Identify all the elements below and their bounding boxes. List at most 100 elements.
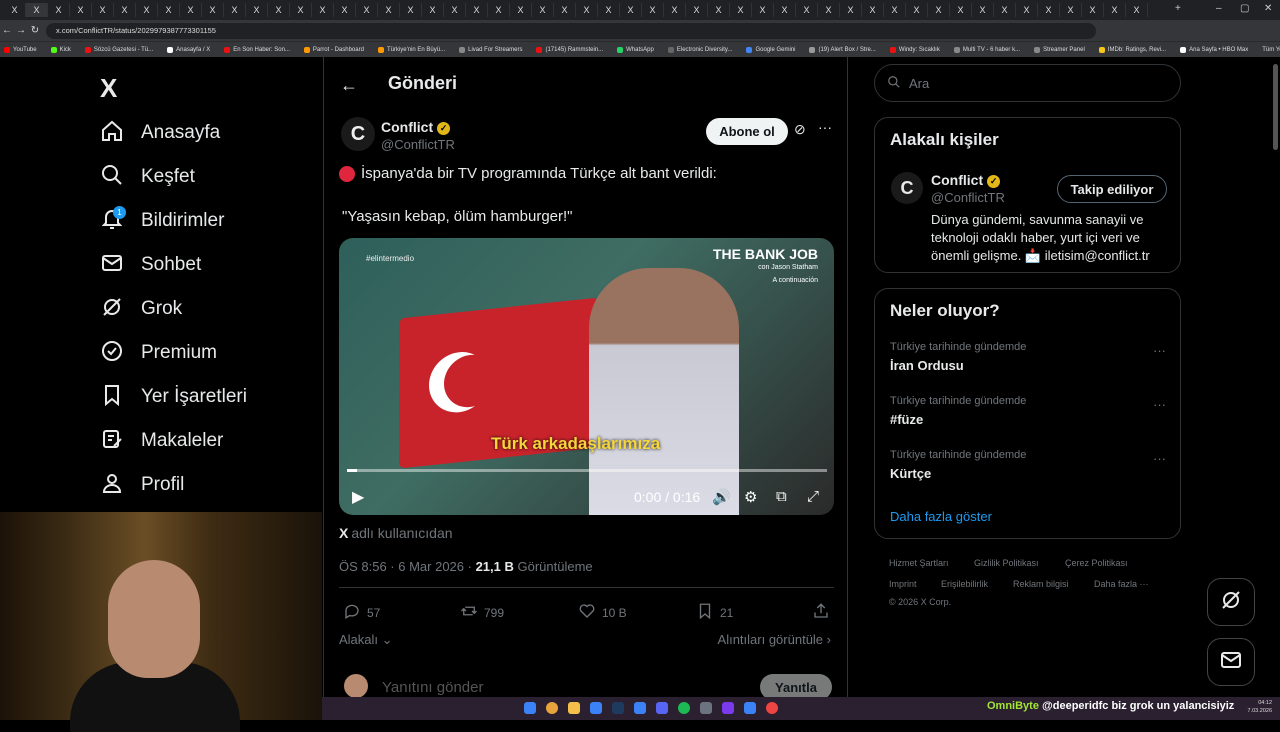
browser-tab[interactable]: X	[664, 3, 686, 17]
url-field[interactable]: x.com/ConflictTR/status/2029979387773301…	[46, 22, 1096, 39]
related-person-avatar[interactable]: C	[891, 172, 923, 204]
browser-tab[interactable]: X	[158, 3, 180, 17]
browser-tab[interactable]: X	[48, 3, 70, 17]
video-progress-bar[interactable]	[347, 469, 827, 472]
browser-tab[interactable]: X	[840, 3, 862, 17]
trend-name[interactable]: Kürtçe	[890, 466, 931, 481]
browser-tab-active[interactable]: X	[26, 3, 48, 17]
back-nav-icon[interactable]: ←	[0, 25, 14, 36]
browser-tab[interactable]: X	[774, 3, 796, 17]
minimize-icon[interactable]: –	[1216, 3, 1222, 14]
nav-item-notifications[interactable]: 1 Bildirimler	[100, 205, 224, 236]
bookmark-item[interactable]: IMDb: Ratings, Revi...	[1095, 46, 1166, 53]
browser-tab[interactable]: X	[554, 3, 576, 17]
app-icon[interactable]	[590, 702, 602, 714]
browser-tab[interactable]: X	[70, 3, 92, 17]
settings-gear-icon[interactable]: ⚙	[744, 488, 757, 506]
author-avatar[interactable]: C	[341, 117, 375, 151]
bookmark-item[interactable]: Türkiye'nin En Büyü...	[374, 46, 445, 53]
browser-tab[interactable]: X	[4, 3, 26, 17]
browser-tab[interactable]: X	[312, 3, 334, 17]
bookmark-item[interactable]: Streamer Panel	[1030, 46, 1085, 53]
browser-tab[interactable]: X	[114, 3, 136, 17]
like-button[interactable]: 10 B	[578, 602, 627, 623]
browser-tab[interactable]: X	[246, 3, 268, 17]
view-quotes-link[interactable]: Alıntıları görüntüle ›	[718, 632, 831, 647]
forward-nav-icon[interactable]: →	[14, 25, 28, 36]
footer-link[interactable]: Gizlilik Politikası	[974, 558, 1039, 568]
app-icon[interactable]	[766, 702, 778, 714]
video-player[interactable]: #elintermedio THE BANK JOB con Jason Stat…	[339, 238, 834, 515]
browser-tab[interactable]: X	[1082, 3, 1104, 17]
browser-tab[interactable]: X	[378, 3, 400, 17]
spotify-icon[interactable]	[678, 702, 690, 714]
app-icon[interactable]	[722, 702, 734, 714]
browser-tab[interactable]: X	[752, 3, 774, 17]
footer-link[interactable]: Daha fazla ···	[1094, 579, 1149, 589]
browser-tab[interactable]: X	[972, 3, 994, 17]
back-arrow-icon[interactable]: ←	[340, 75, 358, 96]
browser-tab[interactable]: X	[1038, 3, 1060, 17]
new-tab-icon[interactable]: +	[1175, 3, 1181, 14]
search-input[interactable]: Ara	[874, 64, 1181, 102]
browser-tab[interactable]: X	[796, 3, 818, 17]
nav-item-explore[interactable]: Keşfet	[100, 162, 195, 192]
browser-tab[interactable]: X	[950, 3, 972, 17]
footer-link[interactable]: Erişilebilirlik	[941, 579, 988, 589]
browser-tab[interactable]: X	[994, 3, 1016, 17]
bookmark-item[interactable]: Sözcü Gazetesi - Tü...	[81, 46, 153, 53]
browser-tab[interactable]: X	[136, 3, 158, 17]
reload-icon[interactable]: ↻	[28, 25, 42, 36]
browser-tab[interactable]: X	[642, 3, 664, 17]
footer-link[interactable]: Çerez Politikası	[1065, 558, 1128, 568]
related-person-handle[interactable]: @ConflictTR	[931, 190, 1005, 205]
source-attribution[interactable]: Xadlı kullanıcıdan	[339, 525, 453, 541]
nav-item-home[interactable]: Anasayfa	[100, 118, 220, 148]
all-bookmarks-link[interactable]: Tüm Yer İşaretleri	[1258, 47, 1280, 53]
reply-submit-button[interactable]: Yanıtla	[760, 674, 832, 697]
browser-tab[interactable]: X	[1126, 3, 1148, 17]
subscribe-button[interactable]: Abone ol	[706, 118, 788, 145]
play-icon[interactable]: ▶	[352, 487, 364, 507]
discord-icon[interactable]	[656, 702, 668, 714]
nav-item-grok[interactable]: Grok	[100, 294, 182, 324]
bookmark-item[interactable]: Windy: Sıcaklık	[886, 46, 940, 53]
browser-tab[interactable]: X	[224, 3, 246, 17]
browser-tab[interactable]: X	[334, 3, 356, 17]
browser-tab[interactable]: X	[180, 3, 202, 17]
chrome-icon[interactable]	[546, 702, 558, 714]
scrollbar[interactable]	[1273, 64, 1278, 150]
browser-tab[interactable]: X	[928, 3, 950, 17]
browser-tab[interactable]: X	[906, 3, 928, 17]
grok-fab-button[interactable]	[1207, 578, 1255, 626]
browser-tab[interactable]: X	[510, 3, 532, 17]
nav-item-premium[interactable]: Premium	[100, 338, 217, 368]
nav-item-chat[interactable]: Sohbet	[100, 250, 201, 280]
browser-tab[interactable]: X	[268, 3, 290, 17]
more-options-icon[interactable]: ···	[1153, 397, 1166, 412]
browser-tab[interactable]: X	[1104, 3, 1126, 17]
show-more-link[interactable]: Daha fazla göster	[890, 509, 992, 524]
reply-input[interactable]: Yanıtını gönder	[382, 679, 483, 696]
picture-in-picture-icon[interactable]: ⧉	[776, 488, 787, 505]
browser-tab[interactable]: X	[1060, 3, 1082, 17]
browser-tab[interactable]: X	[884, 3, 906, 17]
bookmark-item[interactable]: En Son Haber: Son...	[220, 46, 290, 53]
browser-tab[interactable]: X	[686, 3, 708, 17]
system-clock[interactable]: 04:12 7.03.2026	[1248, 699, 1272, 715]
trend-name[interactable]: #füze	[890, 412, 923, 427]
app-icon[interactable]	[744, 702, 756, 714]
footer-link[interactable]: Hizmet Şartları	[889, 558, 949, 568]
footer-link[interactable]: Reklam bilgisi	[1013, 579, 1069, 589]
grok-explain-icon[interactable]: ⊘	[794, 121, 806, 138]
browser-tab[interactable]: X	[730, 3, 752, 17]
reply-button[interactable]: 57	[343, 602, 380, 623]
bookmark-item[interactable]: Parrot - Dashboard	[300, 46, 364, 53]
author-name-row[interactable]: Conflict ✓	[381, 119, 451, 135]
windows-start-icon[interactable]	[524, 702, 536, 714]
nav-item-profile[interactable]: Profil	[100, 470, 184, 500]
close-icon[interactable]: ✕	[1264, 3, 1272, 14]
footer-link[interactable]: Imprint	[889, 579, 917, 589]
messages-fab-button[interactable]	[1207, 638, 1255, 686]
share-button[interactable]	[812, 602, 836, 623]
